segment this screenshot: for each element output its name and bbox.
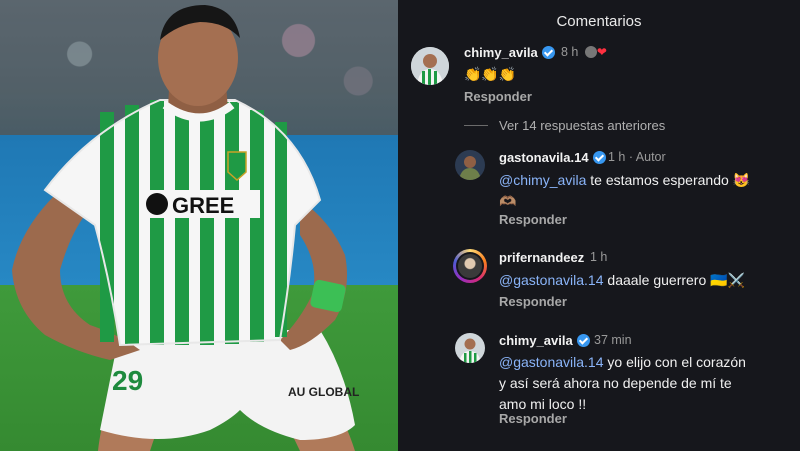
- reply-username[interactable]: prifernandeez: [499, 250, 584, 265]
- svg-text:29: 29: [112, 365, 143, 396]
- reply-time: 37 min: [594, 333, 632, 347]
- reply-text-content: te estamos esperando 😻: [586, 172, 751, 188]
- comments-panel: Comentarios chimy_avila 8 h ❤ 👏👏👏 Respon…: [398, 0, 800, 451]
- reply-time: 1 h: [590, 250, 608, 264]
- time-text: 8 h: [561, 45, 579, 59]
- username-link[interactable]: gastonavila.14: [499, 150, 589, 165]
- screenshot: 29 AU GLOBAL GREE Comentarios chimy_avil…: [0, 0, 800, 451]
- avatar-image: [455, 333, 485, 363]
- username-link[interactable]: chimy_avila: [499, 333, 573, 348]
- avatar[interactable]: [455, 333, 485, 363]
- comment-time: 8 h ❤: [561, 45, 607, 59]
- reply-button[interactable]: Responder: [464, 89, 532, 104]
- avatar-image: [455, 150, 485, 180]
- comment-username[interactable]: chimy_avila: [464, 45, 555, 60]
- avatar-image: [411, 47, 449, 85]
- avatar[interactable]: [411, 47, 449, 85]
- reply-text-content: yo elijo con el corazón: [603, 354, 746, 370]
- player-figure: 29 AU GLOBAL GREE: [12, 5, 359, 451]
- verified-badge-icon: [592, 151, 606, 164]
- reply-text-line2: 🫶🏽: [499, 193, 517, 209]
- mention-link[interactable]: @chimy_avila: [499, 172, 586, 188]
- avatar-heart-icon: [584, 46, 597, 58]
- username-link[interactable]: prifernandeez: [499, 250, 584, 265]
- reply-text: @gastonavila.14 yo elijo con el corazón …: [499, 352, 794, 415]
- heart-icon: ❤: [596, 45, 607, 59]
- reply-text-content: daaale guerrero 🇺🇦⚔️: [603, 272, 746, 288]
- reply-button[interactable]: Responder: [499, 212, 567, 227]
- divider-line: [464, 125, 488, 126]
- reply-text-line2: y así será ahora no depende de mí te: [499, 375, 732, 391]
- reply-button[interactable]: Responder: [499, 411, 567, 426]
- avatar-inner: [456, 252, 484, 280]
- view-more-replies-link[interactable]: Ver 14 respuestas anteriores: [499, 118, 665, 133]
- comment-text: 👏👏👏: [464, 66, 517, 82]
- avatar-story-ring[interactable]: [453, 249, 487, 283]
- avatar-image: [458, 254, 482, 278]
- reply-button[interactable]: Responder: [499, 294, 567, 309]
- reply-username[interactable]: chimy_avila: [499, 333, 590, 348]
- reply-text-line3: amo mi loco !!: [499, 396, 587, 412]
- svg-text:AU GLOBAL: AU GLOBAL: [288, 385, 359, 399]
- reply-text: @gastonavila.14 daaale guerrero 🇺🇦⚔️: [499, 270, 794, 291]
- mention-link[interactable]: @gastonavila.14: [499, 272, 604, 288]
- reply-time: 1 h · Autor: [608, 150, 666, 164]
- comments-title: Comentarios: [556, 13, 642, 30]
- reply-username[interactable]: gastonavila.14: [499, 150, 606, 165]
- verified-badge-icon: [576, 334, 590, 347]
- username-link[interactable]: chimy_avila: [464, 45, 538, 60]
- verified-badge-icon: [541, 46, 555, 59]
- football-player-photo: 29 AU GLOBAL GREE: [0, 0, 398, 451]
- avatar[interactable]: [455, 150, 485, 180]
- mention-link[interactable]: @gastonavila.14: [499, 354, 604, 370]
- svg-text:GREE: GREE: [172, 193, 234, 218]
- reply-text: @chimy_avila te estamos esperando 😻 🫶🏽: [499, 170, 794, 212]
